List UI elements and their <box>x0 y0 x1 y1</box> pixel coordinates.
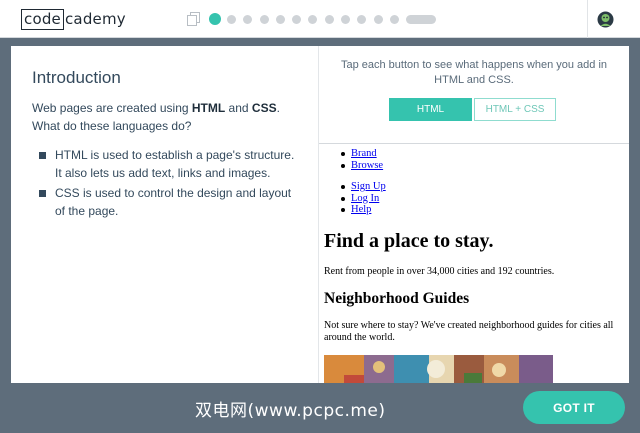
progress-dot[interactable] <box>243 14 253 24</box>
progress-dot[interactable] <box>357 14 367 24</box>
preview-link-browse[interactable]: Browse <box>351 160 383 171</box>
logo-code-box: code <box>21 8 64 30</box>
preview-link-login[interactable]: Log In <box>351 193 379 204</box>
preview-nav-primary: Brand Browse <box>340 148 383 172</box>
header-divider <box>587 0 588 38</box>
preview-subheading: Neighborhood Guides <box>324 290 470 307</box>
lesson-card: Introduction Web pages are created using… <box>11 46 629 383</box>
intro-html-term: HTML <box>191 101 226 115</box>
codecademy-logo[interactable]: code cademy <box>21 8 126 30</box>
bullet-square-icon <box>39 152 46 159</box>
demo-instruction: Tap each button to see what happens when… <box>340 59 608 86</box>
intro-and: and <box>225 101 252 115</box>
avatar-icon[interactable] <box>597 11 614 28</box>
page-preview[interactable]: Brand Browse Sign Up Log In Help Find a … <box>319 144 629 383</box>
progress-dot[interactable] <box>275 14 285 24</box>
lesson-intro: Web pages are created using HTML and CSS… <box>32 99 302 135</box>
preview-paragraph: Not sure where to stay? We've created ne… <box>324 320 614 343</box>
bullet-item: CSS is used to control the design and la… <box>39 184 304 220</box>
progress-dot[interactable] <box>259 14 269 24</box>
intro-prefix: Web pages are created using <box>32 101 192 115</box>
preview-link-signup[interactable]: Sign Up <box>351 181 386 192</box>
progress-dot[interactable] <box>389 14 399 24</box>
preview-nav-item: Sign Up <box>341 181 386 193</box>
progress-dot[interactable] <box>308 14 318 24</box>
progress-dot[interactable] <box>324 14 334 24</box>
logo-cademy-text: cademy <box>64 10 126 28</box>
html-button[interactable]: HTML <box>389 98 472 121</box>
bullet-item: HTML is used to establish a page's struc… <box>39 146 304 182</box>
progress-dot[interactable] <box>341 14 351 24</box>
watermark-text: 双电网(www.pcpc.me) <box>195 401 386 421</box>
preview-nav-secondary: Sign Up Log In Help <box>341 181 386 216</box>
progress-dot[interactable] <box>292 14 302 24</box>
progress-dot-current[interactable] <box>209 13 221 25</box>
top-bar: code cademy <box>0 0 640 38</box>
preview-nav-item: Browse <box>340 160 383 172</box>
got-it-button[interactable]: GOT IT <box>523 391 625 424</box>
preview-nav-item: Brand <box>340 148 383 160</box>
intro-css-term: CSS <box>251 101 277 115</box>
html-css-button[interactable]: HTML + CSS <box>474 98 556 121</box>
document-icon[interactable] <box>187 12 200 26</box>
progress-dot[interactable] <box>373 14 383 24</box>
preview-subtext: Rent from people in over 34,000 cities a… <box>324 266 555 277</box>
lesson-bullets: HTML is used to establish a page's struc… <box>39 146 304 222</box>
preview-link-help[interactable]: Help <box>351 204 371 215</box>
lesson-title: Introduction <box>32 68 121 87</box>
bullet-text: CSS is used to control the design and la… <box>55 186 292 218</box>
lesson-pane: Introduction Web pages are created using… <box>11 46 319 383</box>
progress-dots <box>209 13 437 25</box>
bullet-square-icon <box>39 190 46 197</box>
bullet-text: HTML is used to establish a page's struc… <box>55 148 295 180</box>
preview-nav-item: Log In <box>341 193 386 205</box>
preview-photo <box>324 355 553 383</box>
preview-heading: Find a place to stay. <box>324 230 494 252</box>
progress-final-pill[interactable] <box>406 14 437 24</box>
preview-nav-item: Help <box>341 204 386 216</box>
progress-dot[interactable] <box>227 14 236 24</box>
demo-pane: Tap each button to see what happens when… <box>319 46 629 383</box>
preview-link-brand[interactable]: Brand <box>351 148 377 159</box>
